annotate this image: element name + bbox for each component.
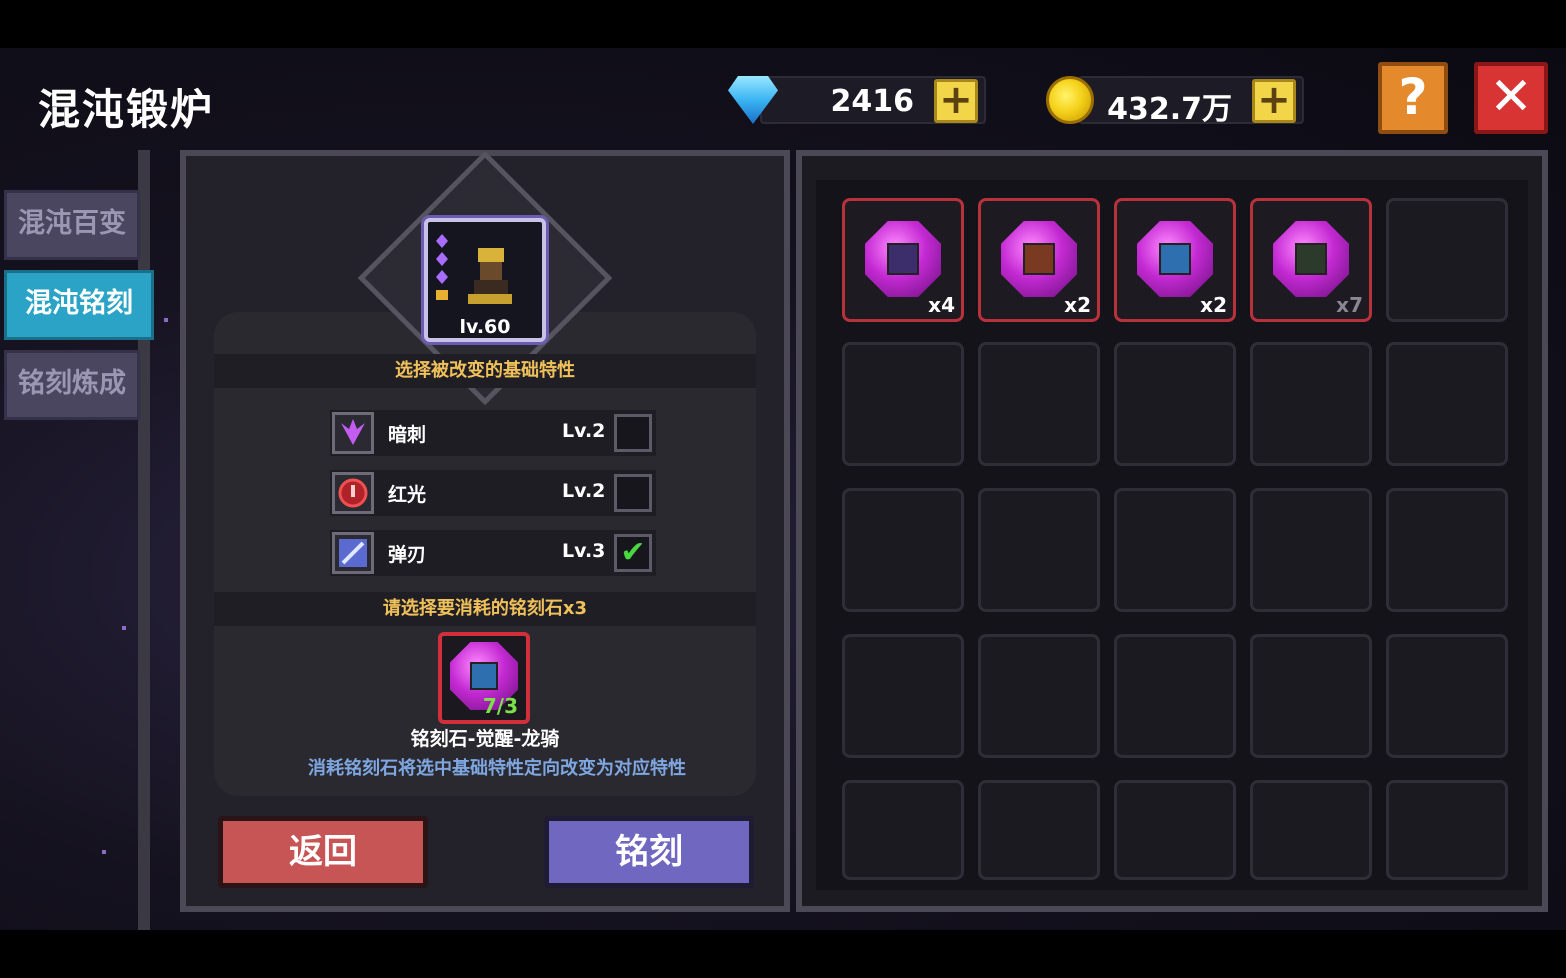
close-button[interactable]: ✕ [1474, 62, 1548, 134]
trait-name: 弹刃 [388, 544, 427, 566]
tab-chaos-transform[interactable]: 混沌百变 [4, 190, 140, 260]
inventory-empty-slot[interactable] [978, 342, 1100, 466]
inventory-item-slot[interactable]: x2 [978, 198, 1100, 322]
inventory-empty-slot[interactable] [1250, 780, 1372, 880]
hero-portrait-icon [468, 248, 512, 304]
bounce-blade-icon [332, 532, 374, 574]
inventory-empty-slot[interactable] [1386, 198, 1508, 322]
hero-level: lv.60 [459, 316, 511, 338]
rank-gems-icon [436, 234, 448, 300]
stone-core [1295, 243, 1327, 275]
trait-level: Lv.2 [562, 420, 606, 442]
trait-checkbox[interactable] [614, 414, 652, 452]
coin-counter: 432.7万 + [1078, 76, 1304, 127]
star-decoration [122, 626, 126, 630]
inventory-empty-slot[interactable] [978, 488, 1100, 612]
coin-icon [1046, 76, 1094, 124]
inventory-empty-slot[interactable] [1386, 342, 1508, 466]
page-title: 混沌锻炉 [38, 85, 215, 134]
stone-count: 7/3 [482, 694, 518, 718]
item-quantity: x2 [1200, 293, 1227, 317]
blades-stone-icon [865, 221, 941, 297]
stone-core [1159, 243, 1191, 275]
inventory-empty-slot[interactable] [1386, 780, 1508, 880]
inventory-empty-slot[interactable] [978, 780, 1100, 880]
coin-amount: 432.7万 [1107, 92, 1232, 127]
trait-level: Lv.3 [562, 540, 606, 562]
inventory-item-slot[interactable]: x2 [1114, 198, 1236, 322]
trait-row-bounce-blade[interactable]: 弹刃 Lv.3 ✔ [330, 530, 656, 576]
engrave-button[interactable]: 铭刻 [544, 816, 754, 888]
inventory-empty-slot[interactable] [1386, 634, 1508, 758]
trait-name: 红光 [388, 484, 427, 506]
item-quantity: x7 [1336, 293, 1363, 317]
trait-checkbox-checked[interactable]: ✔ [614, 534, 652, 572]
inventory-empty-slot[interactable] [1114, 780, 1236, 880]
tab-chaos-engrave[interactable]: 混沌铭刻 [4, 270, 154, 340]
inventory-item-slot[interactable]: x7 [1250, 198, 1372, 322]
inventory-empty-slot[interactable] [842, 780, 964, 880]
gem-amount: 2416 [830, 84, 915, 119]
trait-row-dark-thorn[interactable]: 暗刺 Lv.2 [330, 410, 656, 456]
dark-thorn-icon [332, 412, 374, 454]
red-light-icon [332, 472, 374, 514]
stone-description: 消耗铭刻石将选中基础特性定向改变为对应特性 [308, 758, 686, 779]
stone-section-heading: 请选择要消耗的铭刻石x3 [214, 592, 756, 626]
inventory-empty-slot[interactable] [1114, 634, 1236, 758]
trait-section-heading: 选择被改变的基础特性 [214, 354, 756, 388]
inventory-empty-slot[interactable] [842, 488, 964, 612]
brown-stone-icon [1001, 221, 1077, 297]
trait-checkbox[interactable] [614, 474, 652, 512]
item-quantity: x4 [928, 293, 955, 317]
inventory-empty-slot[interactable] [978, 634, 1100, 758]
inventory-empty-slot[interactable] [1250, 634, 1372, 758]
gem-counter: 2416 + [760, 76, 986, 124]
selected-stone-icon [1273, 221, 1349, 297]
stone-core [887, 243, 919, 275]
hero-card[interactable]: lv.60 [424, 218, 546, 342]
stone-core [1023, 243, 1055, 275]
sidebar-rail [138, 150, 150, 930]
trait-level: Lv.2 [562, 480, 606, 502]
inventory-item-slot[interactable]: x4 [842, 198, 964, 322]
selected-stone-slot[interactable]: 7/3 [438, 632, 530, 724]
inventory-empty-slot[interactable] [1114, 342, 1236, 466]
trait-name: 暗刺 [388, 424, 427, 446]
help-button[interactable]: ? [1378, 62, 1448, 134]
inventory-empty-slot[interactable] [842, 634, 964, 758]
item-quantity: x2 [1064, 293, 1091, 317]
star-decoration [102, 850, 106, 854]
blue-dragon-stone-icon [1137, 221, 1213, 297]
inventory-empty-slot[interactable] [1250, 342, 1372, 466]
inventory-empty-slot[interactable] [842, 342, 964, 466]
inventory-empty-slot[interactable] [1250, 488, 1372, 612]
star-decoration [164, 318, 168, 322]
trait-row-red-light[interactable]: 红光 Lv.2 [330, 470, 656, 516]
inventory-empty-slot[interactable] [1386, 488, 1508, 612]
back-button[interactable]: 返回 [218, 816, 428, 888]
buy-coins-button[interactable]: + [1252, 79, 1296, 123]
buy-gems-button[interactable]: + [934, 79, 978, 123]
inventory-empty-slot[interactable] [1114, 488, 1236, 612]
tab-engrave-refine[interactable]: 铭刻炼成 [4, 350, 140, 420]
